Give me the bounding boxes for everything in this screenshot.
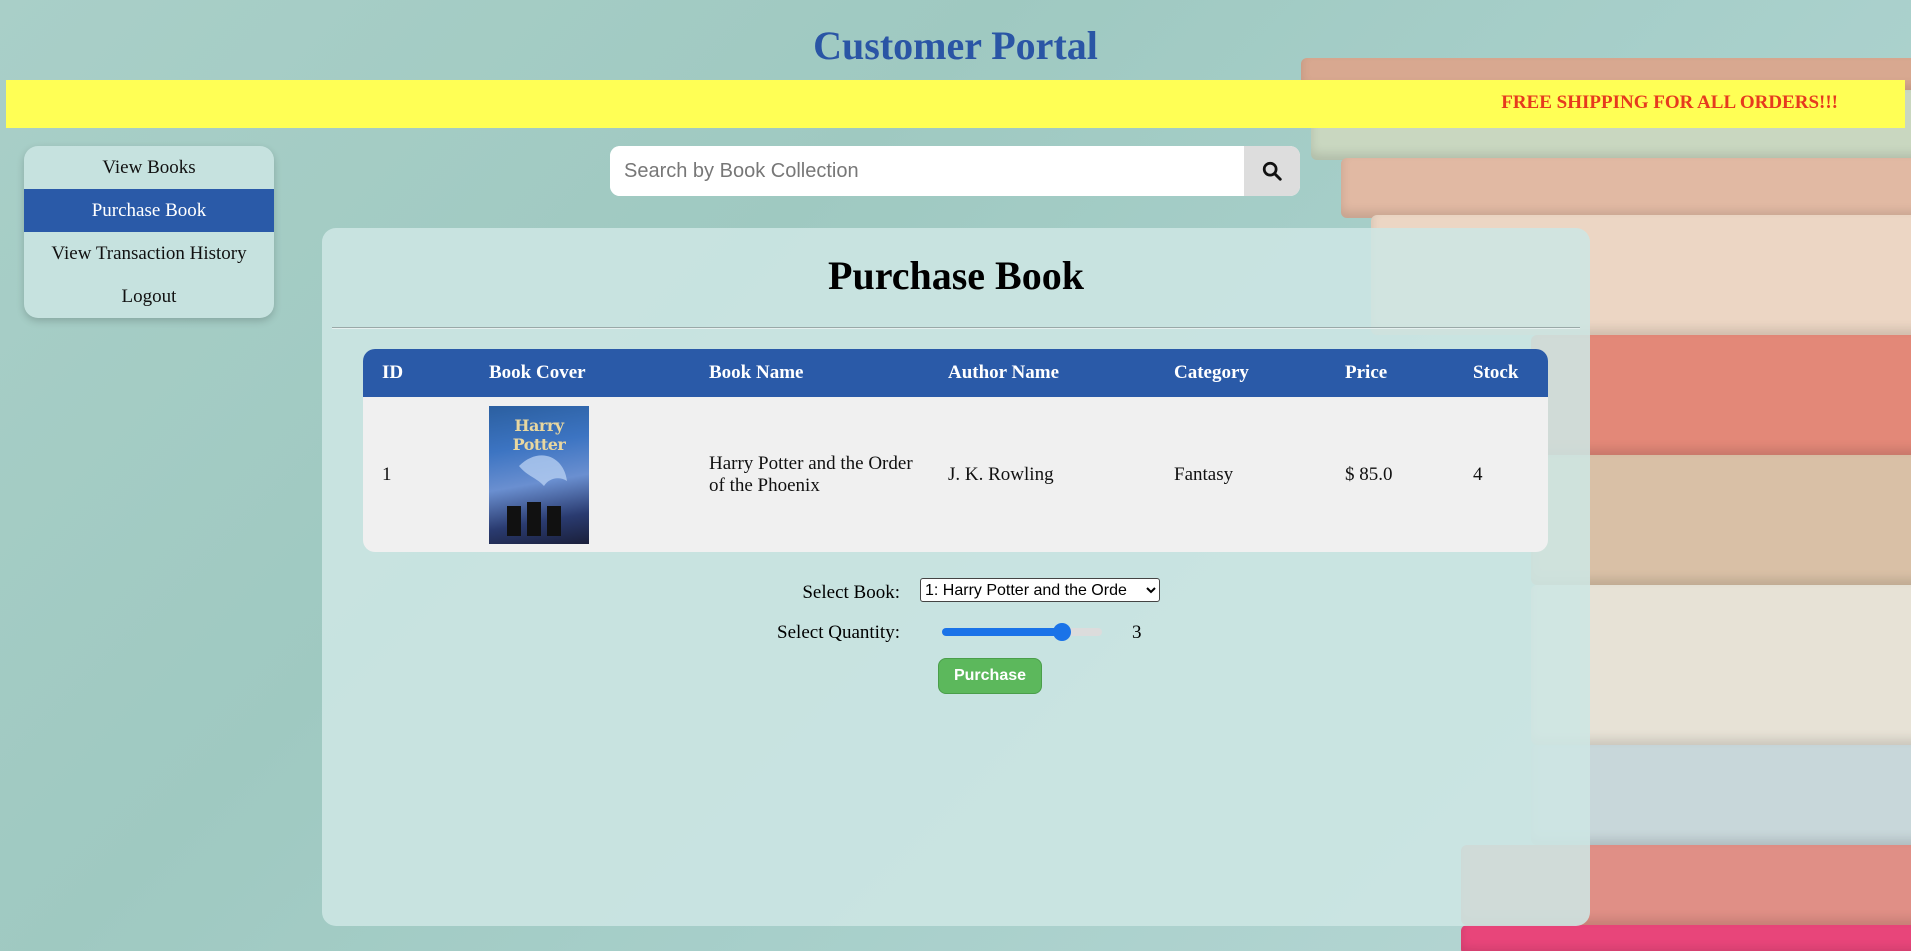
cell-price: $ 85.0 [1345, 463, 1393, 485]
purchase-panel: Purchase Book ID Book Cover Book Name Au… [322, 228, 1590, 926]
cell-author-name: J. K. Rowling [948, 463, 1054, 485]
page-title: Customer Portal [813, 23, 1098, 68]
sidebar-item-logout[interactable]: Logout [24, 275, 274, 318]
column-header-category: Category [1174, 362, 1249, 383]
search-bar [610, 146, 1300, 196]
sidebar-item-view-transaction-history[interactable]: View Transaction History [24, 232, 274, 275]
select-quantity-label: Select Quantity: [777, 622, 900, 643]
column-header-book-cover: Book Cover [489, 362, 586, 383]
column-header-author-name: Author Name [948, 362, 1060, 383]
column-header-id: ID [382, 362, 404, 383]
quantity-slider-fill [942, 628, 1062, 636]
search-icon [1262, 161, 1282, 181]
sidebar: View Books Purchase Book View Transactio… [24, 146, 274, 318]
shipping-banner: FREE SHIPPING FOR ALL ORDERS!!! [6, 80, 1905, 128]
banner-text: FREE SHIPPING FOR ALL ORDERS!!! [1501, 92, 1838, 113]
quantity-slider[interactable] [942, 623, 1102, 641]
sidebar-item-view-books[interactable]: View Books [24, 146, 274, 189]
search-button[interactable] [1244, 146, 1300, 196]
search-input[interactable] [610, 146, 1244, 196]
table-row: 1 Harry Potter Harry Potter and the Orde… [363, 397, 1548, 552]
select-book-row: Select Book: 1: Harry Potter and the Ord… [322, 578, 1590, 608]
purchase-button[interactable]: Purchase [938, 658, 1042, 694]
cell-category: Fantasy [1174, 463, 1234, 485]
column-header-book-name: Book Name [709, 362, 804, 383]
select-book-label: Select Book: [802, 582, 900, 603]
cell-stock: 4 [1473, 463, 1483, 485]
column-header-stock: Stock [1473, 362, 1519, 383]
book-select[interactable]: 1: Harry Potter and the Orde [920, 578, 1160, 602]
column-header-price: Price [1345, 362, 1388, 383]
quantity-value: 3 [1132, 622, 1142, 643]
book-cover-image: Harry Potter [489, 405, 589, 544]
cell-id: 1 [382, 463, 392, 485]
select-quantity-row: Select Quantity: 3 [322, 618, 1590, 648]
cell-book-name: Harry Potter and the Order of the Phoeni… [709, 452, 913, 496]
books-table: ID Book Cover Book Name Author Name Cate… [363, 349, 1548, 552]
table-header-row: ID Book Cover Book Name Author Name Cate… [363, 349, 1548, 397]
divider [332, 327, 1580, 329]
cell-book-cover: Harry Potter [470, 397, 690, 552]
quantity-slider-thumb[interactable] [1053, 623, 1071, 641]
section-title: Purchase Book [828, 253, 1084, 298]
sidebar-item-purchase-book[interactable]: Purchase Book [24, 189, 274, 232]
